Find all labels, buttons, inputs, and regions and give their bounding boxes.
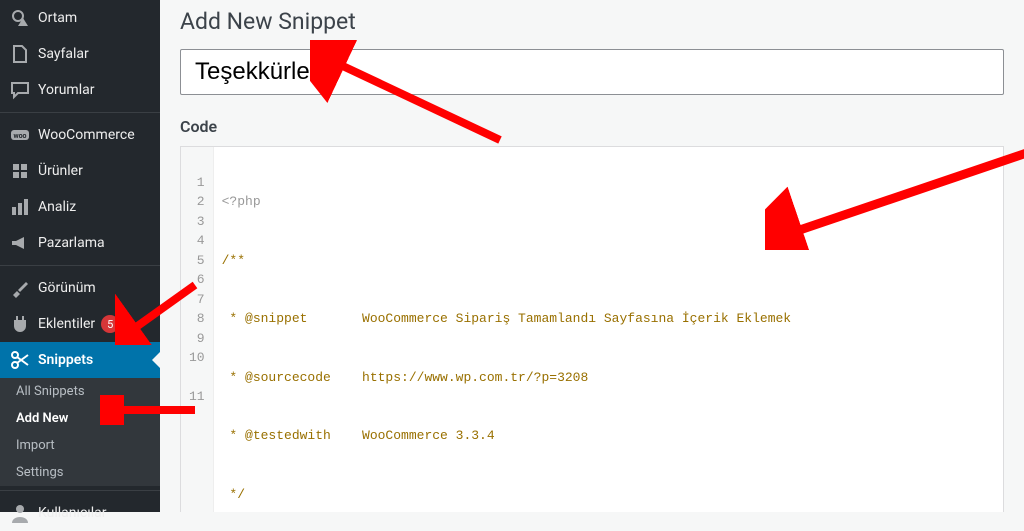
sidebar-label: Kullanıcılar — [38, 505, 107, 521]
sidebar-item-appearance[interactable]: Görünüm — [0, 265, 160, 306]
submenu-settings[interactable]: Settings — [0, 459, 160, 486]
sidebar-sub-label: Settings — [16, 465, 63, 480]
page-title: Add New Snippet — [180, 0, 1004, 49]
sidebar-item-media[interactable]: Ortam — [0, 0, 160, 36]
sidebar-label: Ortam — [38, 10, 77, 26]
main-content: Add New Snippet Code 12345678910 11 <?ph… — [160, 0, 1024, 512]
line-gutter: 12345678910 11 — [181, 147, 214, 512]
sidebar-label: Sayfalar — [38, 46, 89, 62]
sidebar-label: WooCommerce — [38, 127, 135, 143]
sidebar-sub-label: Add New — [16, 411, 68, 426]
sidebar-label: Pazarlama — [38, 235, 105, 251]
sidebar-label: Eklentiler — [38, 316, 95, 332]
scissors-icon — [10, 350, 30, 370]
sidebar-item-plugins[interactable]: Eklentiler 5 — [0, 306, 160, 342]
snippets-submenu: All Snippets Add New Import Settings — [0, 378, 160, 486]
submenu-all-snippets[interactable]: All Snippets — [0, 378, 160, 405]
svg-text:woo: woo — [13, 132, 26, 140]
code-section-heading: Code — [180, 117, 1004, 136]
comment-icon — [10, 80, 30, 100]
sidebar-label: Analiz — [38, 199, 76, 215]
sidebar-label: Snippets — [38, 352, 93, 368]
sidebar-label: Yorumlar — [38, 82, 94, 98]
submenu-add-new[interactable]: Add New — [0, 405, 160, 432]
sidebar-item-pages[interactable]: Sayfalar — [0, 36, 160, 72]
sidebar-label: Görünüm — [38, 280, 96, 296]
sidebar-item-marketing[interactable]: Pazarlama — [0, 225, 160, 261]
megaphone-icon — [10, 233, 30, 253]
sidebar-item-snippets[interactable]: Snippets — [0, 342, 160, 378]
plugin-icon — [10, 314, 30, 334]
sidebar-item-woocommerce[interactable]: woo WooCommerce — [0, 112, 160, 153]
products-icon — [10, 161, 30, 181]
submenu-import[interactable]: Import — [0, 432, 160, 459]
sidebar-sub-label: All Snippets — [16, 384, 85, 399]
admin-sidebar: Ortam Sayfalar Yorumlar woo WooCommerce Ü… — [0, 0, 160, 512]
update-badge: 5 — [101, 315, 119, 333]
code-editor[interactable]: 12345678910 11 <?php /** * @snippet WooC… — [180, 146, 1004, 512]
media-icon — [10, 8, 30, 28]
woo-icon: woo — [10, 125, 30, 145]
user-icon — [10, 503, 30, 523]
code-content: <?php /** * @snippet WooCommerce Sipariş… — [214, 147, 1003, 512]
brush-icon — [10, 278, 30, 298]
snippet-title-input[interactable] — [180, 49, 1004, 95]
sidebar-item-users[interactable]: Kullanıcılar — [0, 490, 160, 531]
sidebar-sub-label: Import — [16, 438, 55, 453]
page-icon — [10, 44, 30, 64]
sidebar-item-analytics[interactable]: Analiz — [0, 189, 160, 225]
sidebar-item-comments[interactable]: Yorumlar — [0, 72, 160, 108]
sidebar-item-products[interactable]: Ürünler — [0, 153, 160, 189]
chart-icon — [10, 197, 30, 217]
sidebar-label: Ürünler — [38, 163, 83, 179]
